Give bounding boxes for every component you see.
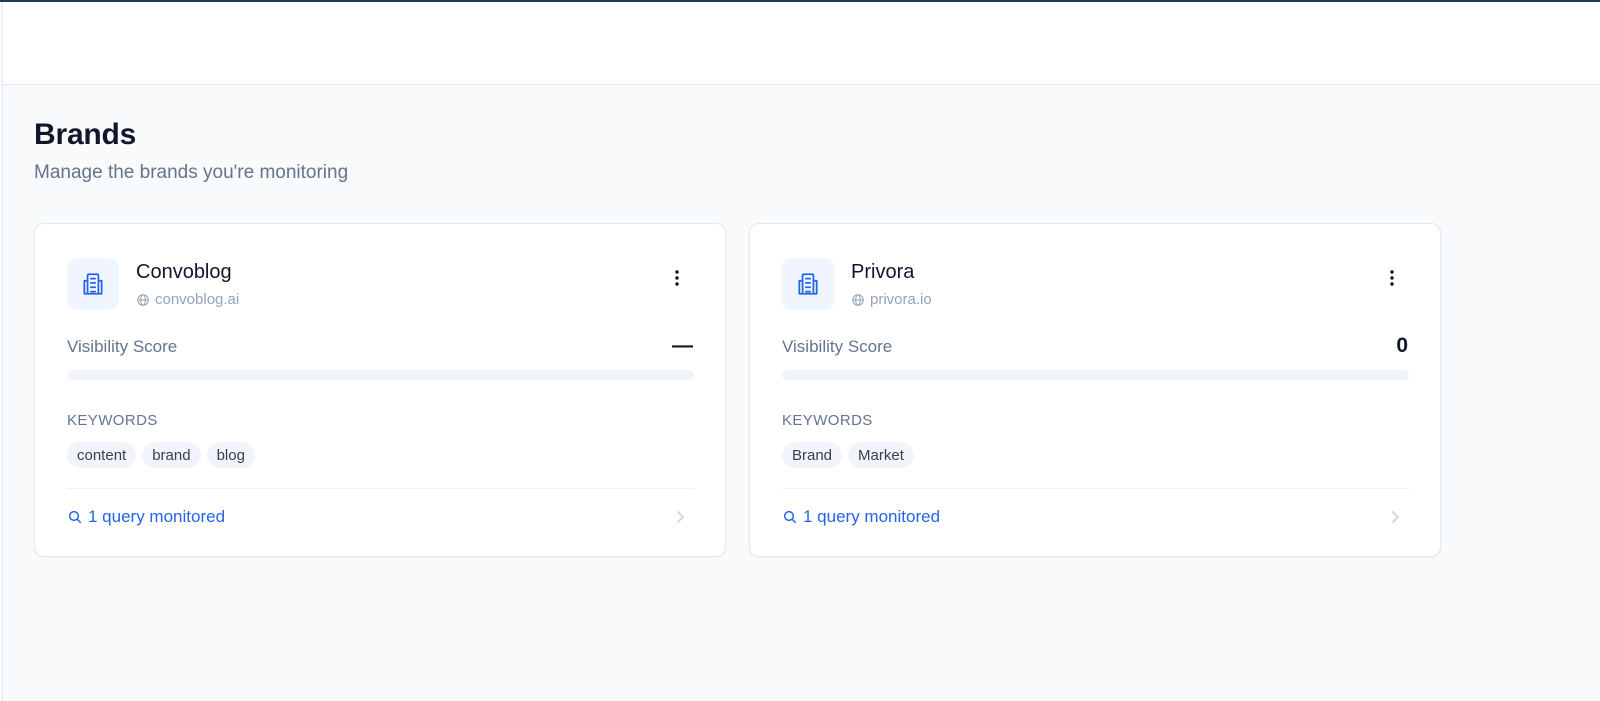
queries-monitored-link[interactable]: 1 query monitored bbox=[782, 503, 940, 531]
keyword-list: content brand blog bbox=[67, 442, 255, 468]
brand-card[interactable]: Convoblog convoblog.ai Visibility Score … bbox=[34, 223, 726, 557]
brand-domain: convoblog.ai bbox=[136, 291, 239, 308]
chevron-right-icon[interactable] bbox=[671, 508, 689, 526]
page-subtitle: Manage the brands you're monitoring bbox=[34, 162, 349, 183]
chevron-right-icon[interactable] bbox=[1386, 508, 1404, 526]
sidebar-edge bbox=[2, 2, 3, 701]
queries-monitored-link[interactable]: 1 query monitored bbox=[67, 503, 225, 531]
brand-domain: privora.io bbox=[851, 291, 932, 308]
brand-domain-text: privora.io bbox=[870, 291, 932, 308]
visibility-score-value: — bbox=[672, 334, 693, 357]
visibility-score-bar bbox=[67, 370, 694, 380]
page-title: Brands bbox=[34, 118, 137, 151]
top-header bbox=[3, 2, 1600, 85]
visibility-score-value: 0 bbox=[1396, 334, 1408, 357]
visibility-score-label: Visibility Score bbox=[782, 337, 893, 356]
more-vertical-icon bbox=[675, 270, 679, 286]
more-vertical-icon bbox=[1390, 270, 1394, 286]
building-icon bbox=[782, 258, 834, 310]
brand-card[interactable]: Privora privora.io Visibility Score 0 KE… bbox=[749, 223, 1441, 557]
keyword-list: Brand Market bbox=[782, 442, 914, 468]
card-divider bbox=[782, 488, 1409, 489]
search-icon bbox=[783, 510, 797, 524]
keywords-label: KEYWORDS bbox=[782, 412, 873, 429]
keyword-chip: Brand bbox=[782, 442, 843, 468]
queries-monitored-label: 1 query monitored bbox=[803, 507, 941, 526]
queries-monitored-label: 1 query monitored bbox=[88, 507, 226, 526]
building-icon bbox=[67, 258, 119, 310]
visibility-score-label: Visibility Score bbox=[67, 337, 178, 356]
keywords-label: KEYWORDS bbox=[67, 412, 158, 429]
card-divider bbox=[67, 488, 694, 489]
keyword-chip: blog bbox=[206, 442, 255, 468]
search-icon bbox=[68, 510, 82, 524]
brand-domain-text: convoblog.ai bbox=[155, 291, 240, 308]
globe-icon bbox=[852, 293, 864, 306]
visibility-score-bar bbox=[782, 370, 1409, 380]
keyword-chip: Market bbox=[848, 442, 914, 468]
keyword-chip: content bbox=[67, 442, 137, 468]
brand-name: Convoblog bbox=[136, 261, 232, 283]
globe-icon bbox=[137, 293, 149, 306]
keyword-chip: brand bbox=[142, 442, 201, 468]
more-options-button[interactable] bbox=[665, 264, 689, 292]
more-options-button[interactable] bbox=[1380, 264, 1404, 292]
brand-name: Privora bbox=[851, 261, 915, 283]
